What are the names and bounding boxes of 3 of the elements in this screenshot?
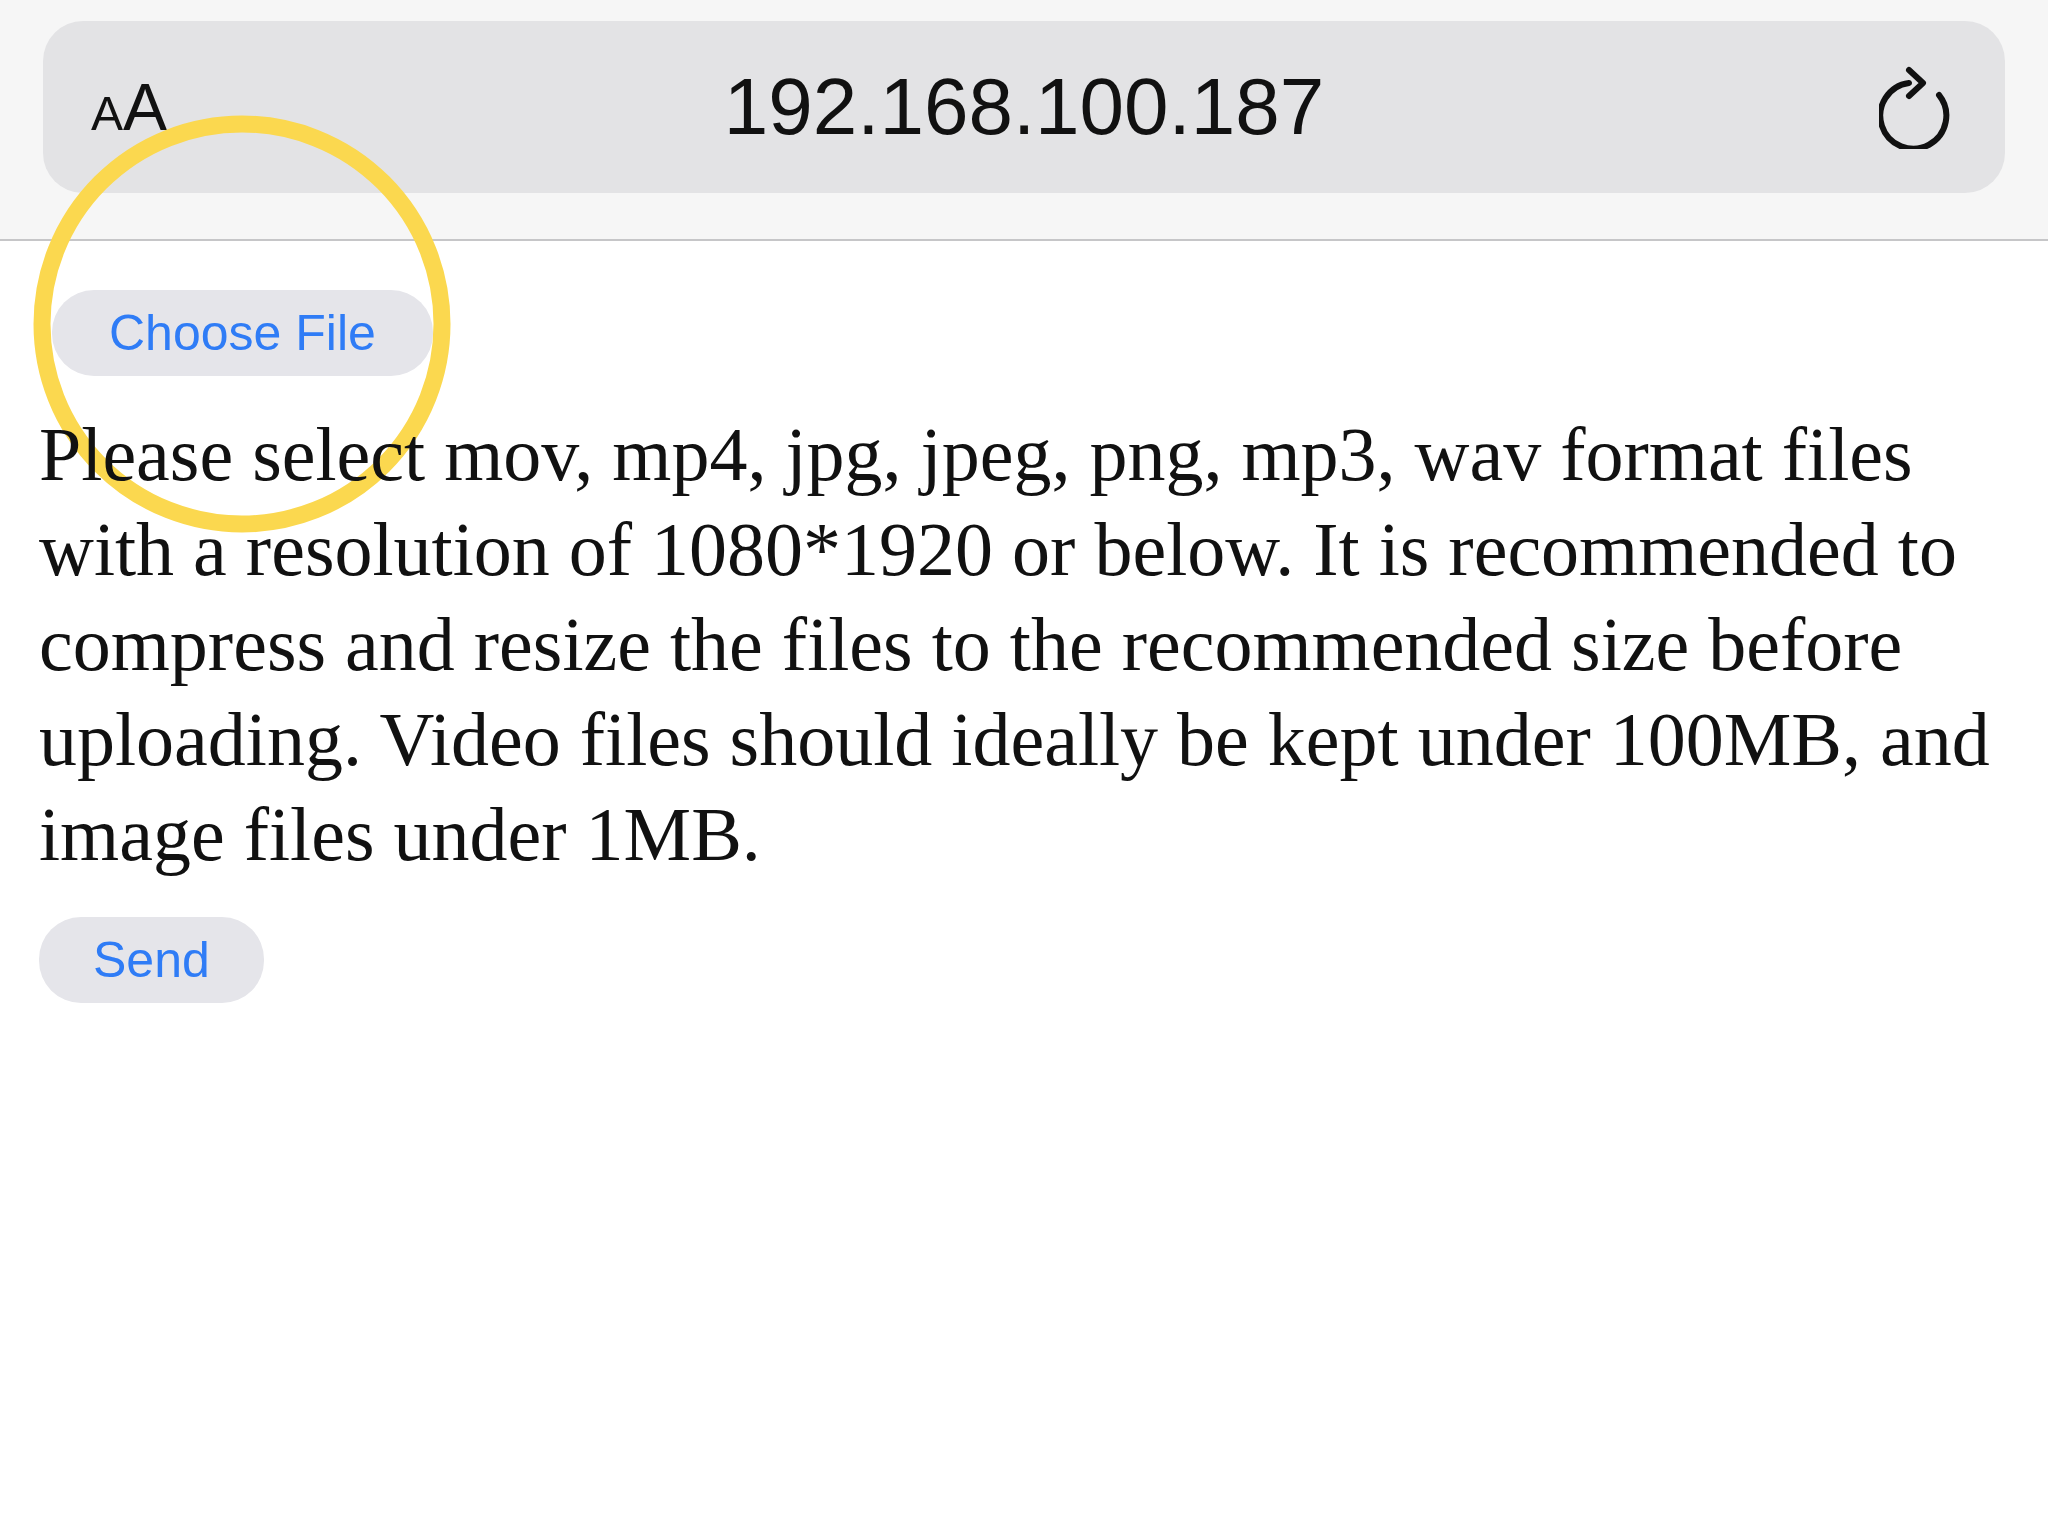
text-format-button[interactable]: AA xyxy=(91,69,168,145)
url-text: 192.168.100.187 xyxy=(723,61,1325,153)
address-bar[interactable]: AA 192.168.100.187 xyxy=(43,21,2005,193)
